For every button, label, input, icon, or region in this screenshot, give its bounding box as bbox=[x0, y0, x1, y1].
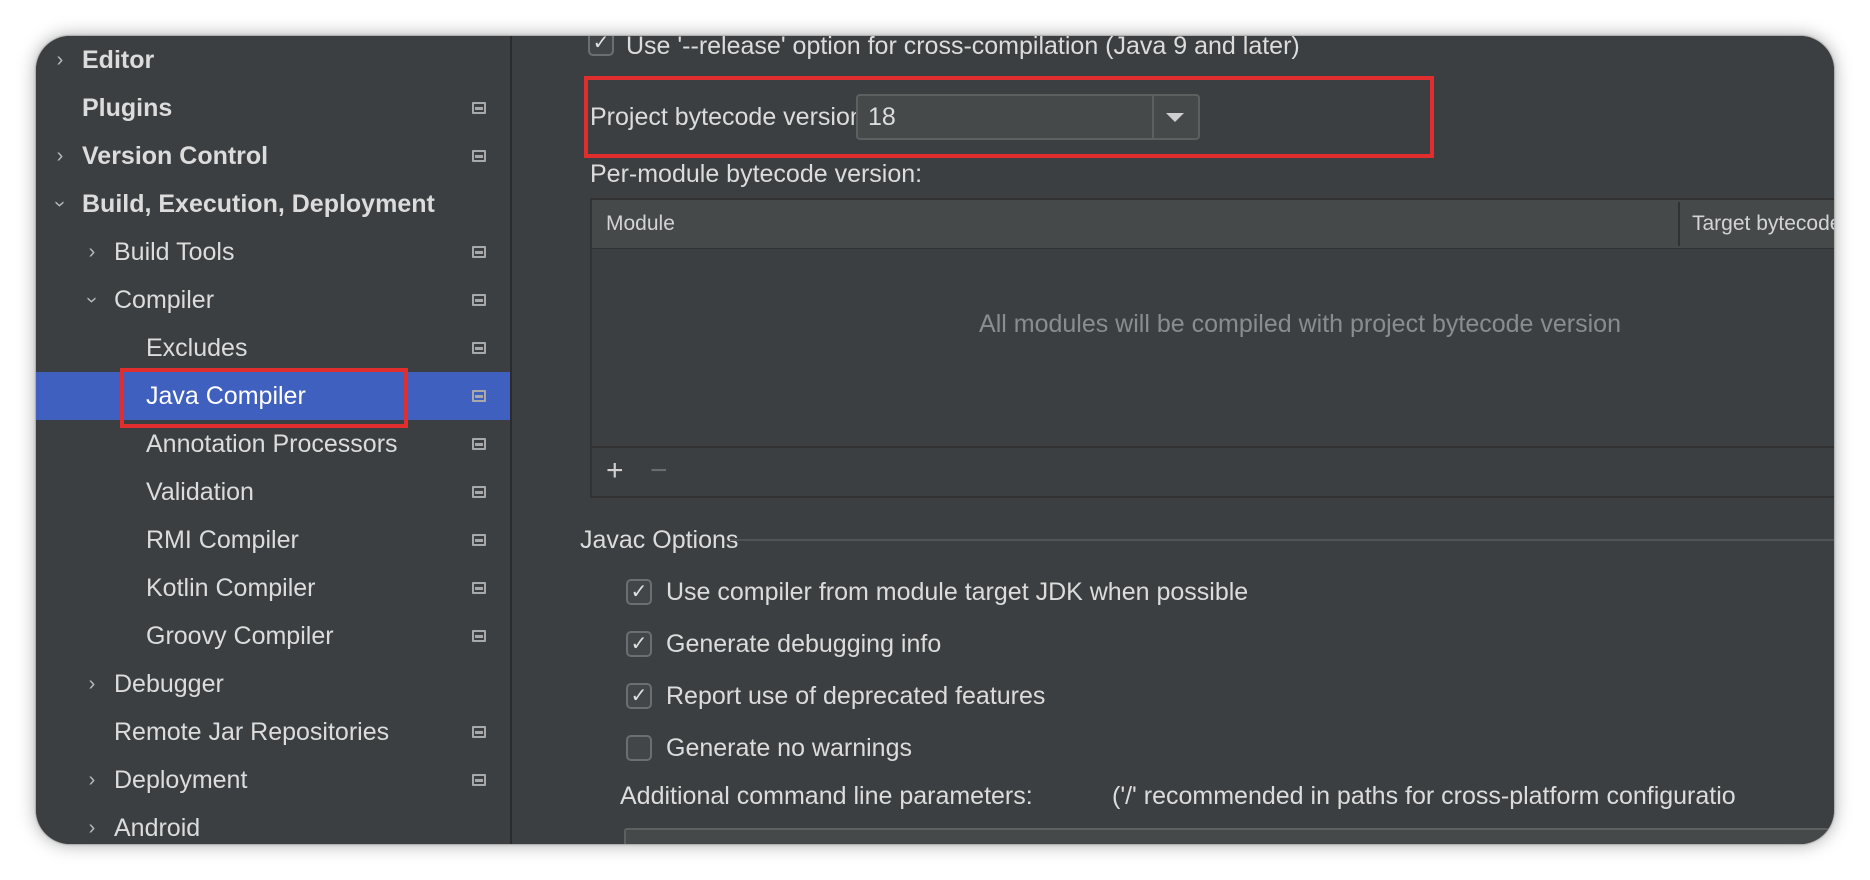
highlight-java-compiler bbox=[120, 368, 408, 428]
sidebar-item-rmi-compiler[interactable]: RMI Compiler bbox=[36, 516, 510, 564]
deprecated-features-label: Report use of deprecated features bbox=[666, 682, 1046, 710]
sidebar-item-compiler[interactable]: › Compiler bbox=[36, 276, 510, 324]
chevron-right-icon[interactable]: › bbox=[82, 756, 102, 804]
sidebar-item-build-tools[interactable]: › Build Tools bbox=[36, 228, 510, 276]
add-module-button[interactable]: + bbox=[606, 448, 624, 494]
project-settings-icon bbox=[472, 726, 486, 738]
chevron-right-icon[interactable]: › bbox=[50, 132, 70, 180]
use-target-jdk-checkbox[interactable]: ✓ bbox=[626, 579, 652, 605]
release-option-label: Use '--release' option for cross-compila… bbox=[626, 36, 1300, 60]
sidebar-item-debugger[interactable]: › Debugger bbox=[36, 660, 510, 708]
sidebar-item-label: Deployment bbox=[114, 766, 248, 794]
sidebar-item-label: Version Control bbox=[82, 142, 269, 170]
sidebar-item-label: Build, Execution, Deployment bbox=[82, 190, 435, 218]
sidebar-item-label: Android bbox=[114, 814, 201, 842]
command-line-params-input[interactable] bbox=[624, 828, 1834, 844]
project-settings-icon bbox=[472, 630, 486, 642]
sidebar-item-groovy-compiler[interactable]: Groovy Compiler bbox=[36, 612, 510, 660]
project-settings-icon bbox=[472, 438, 486, 450]
settings-sidebar: › Editor Plugins › Version Control › Bui… bbox=[36, 36, 512, 844]
section-divider bbox=[730, 539, 1834, 541]
chevron-right-icon[interactable]: › bbox=[82, 804, 102, 844]
sidebar-item-version-control[interactable]: › Version Control bbox=[36, 132, 510, 180]
sidebar-item-android[interactable]: › Android bbox=[36, 804, 510, 844]
debugging-info-checkbox[interactable]: ✓ bbox=[626, 631, 652, 657]
chevron-right-icon[interactable]: › bbox=[82, 228, 102, 276]
chevron-down-icon[interactable]: › bbox=[68, 290, 116, 310]
sidebar-item-excludes[interactable]: Excludes bbox=[36, 324, 510, 372]
javac-options-title: Javac Options bbox=[580, 526, 739, 554]
sidebar-item-label: Editor bbox=[82, 46, 155, 74]
command-line-params-label: Additional command line parameters: bbox=[620, 782, 1033, 810]
sidebar-item-label: Compiler bbox=[114, 286, 215, 314]
project-settings-icon bbox=[472, 582, 486, 594]
sidebar-item-kotlin-compiler[interactable]: Kotlin Compiler bbox=[36, 564, 510, 612]
project-settings-icon bbox=[472, 294, 486, 306]
settings-window: › Editor Plugins › Version Control › Bui… bbox=[36, 36, 1834, 844]
column-target-bytecode[interactable]: Target bytecode bbox=[1692, 200, 1834, 248]
command-line-params-hint: ('/' recommended in paths for cross-plat… bbox=[1112, 782, 1736, 810]
table-toolbar: + − bbox=[592, 446, 1834, 496]
sidebar-item-editor[interactable]: › Editor bbox=[36, 36, 510, 84]
sidebar-item-validation[interactable]: Validation bbox=[36, 468, 510, 516]
bytecode-version-value: 18 bbox=[868, 103, 896, 131]
sidebar-item-label: Plugins bbox=[82, 94, 173, 122]
deprecated-features-checkbox[interactable]: ✓ bbox=[626, 683, 652, 709]
bytecode-version-label: Project bytecode version: bbox=[590, 103, 871, 131]
chevron-right-icon[interactable]: › bbox=[82, 660, 102, 708]
per-module-table: Module Target bytecode All modules will … bbox=[590, 198, 1834, 498]
java-compiler-panel: ✓ Use '--release' option for cross-compi… bbox=[512, 36, 1834, 844]
sidebar-item-label: Remote Jar Repositories bbox=[114, 718, 390, 746]
column-divider bbox=[1678, 202, 1680, 246]
sidebar-item-label: Build Tools bbox=[114, 238, 235, 266]
sidebar-item-label: Debugger bbox=[114, 670, 224, 698]
no-warnings-checkbox[interactable] bbox=[626, 735, 652, 761]
sidebar-item-plugins[interactable]: Plugins bbox=[36, 84, 510, 132]
use-target-jdk-label: Use compiler from module target JDK when… bbox=[666, 578, 1249, 606]
debugging-info-label: Generate debugging info bbox=[666, 630, 942, 658]
chevron-down-icon[interactable]: › bbox=[36, 194, 84, 214]
sidebar-item-label: Groovy Compiler bbox=[146, 622, 334, 650]
table-header: Module Target bytecode bbox=[592, 200, 1834, 249]
sidebar-item-label: Kotlin Compiler bbox=[146, 574, 316, 602]
project-settings-icon bbox=[472, 390, 486, 402]
sidebar-item-label: Excludes bbox=[146, 334, 248, 362]
project-settings-icon bbox=[472, 486, 486, 498]
dropdown-button[interactable] bbox=[1152, 96, 1198, 138]
remove-module-button[interactable]: − bbox=[650, 448, 668, 494]
empty-table-message: All modules will be compiled with projec… bbox=[979, 310, 1621, 338]
project-settings-icon bbox=[472, 102, 486, 114]
sidebar-item-build-execution-deployment[interactable]: › Build, Execution, Deployment bbox=[36, 180, 510, 228]
project-settings-icon bbox=[472, 150, 486, 162]
sidebar-item-label: RMI Compiler bbox=[146, 526, 299, 554]
sidebar-item-remote-jar-repositories[interactable]: Remote Jar Repositories bbox=[36, 708, 510, 756]
release-option-checkbox[interactable]: ✓ bbox=[588, 36, 614, 56]
triangle-down-icon bbox=[1166, 113, 1184, 122]
project-settings-icon bbox=[472, 534, 486, 546]
per-module-label: Per-module bytecode version: bbox=[590, 160, 923, 188]
project-settings-icon bbox=[472, 774, 486, 786]
no-warnings-label: Generate no warnings bbox=[666, 734, 912, 762]
sidebar-item-label: Validation bbox=[146, 478, 254, 506]
column-module[interactable]: Module bbox=[606, 200, 675, 248]
sidebar-item-deployment[interactable]: › Deployment bbox=[36, 756, 510, 804]
chevron-right-icon[interactable]: › bbox=[50, 36, 70, 84]
project-settings-icon bbox=[472, 342, 486, 354]
project-settings-icon bbox=[472, 246, 486, 258]
bytecode-version-select[interactable]: 18 bbox=[856, 94, 1200, 140]
